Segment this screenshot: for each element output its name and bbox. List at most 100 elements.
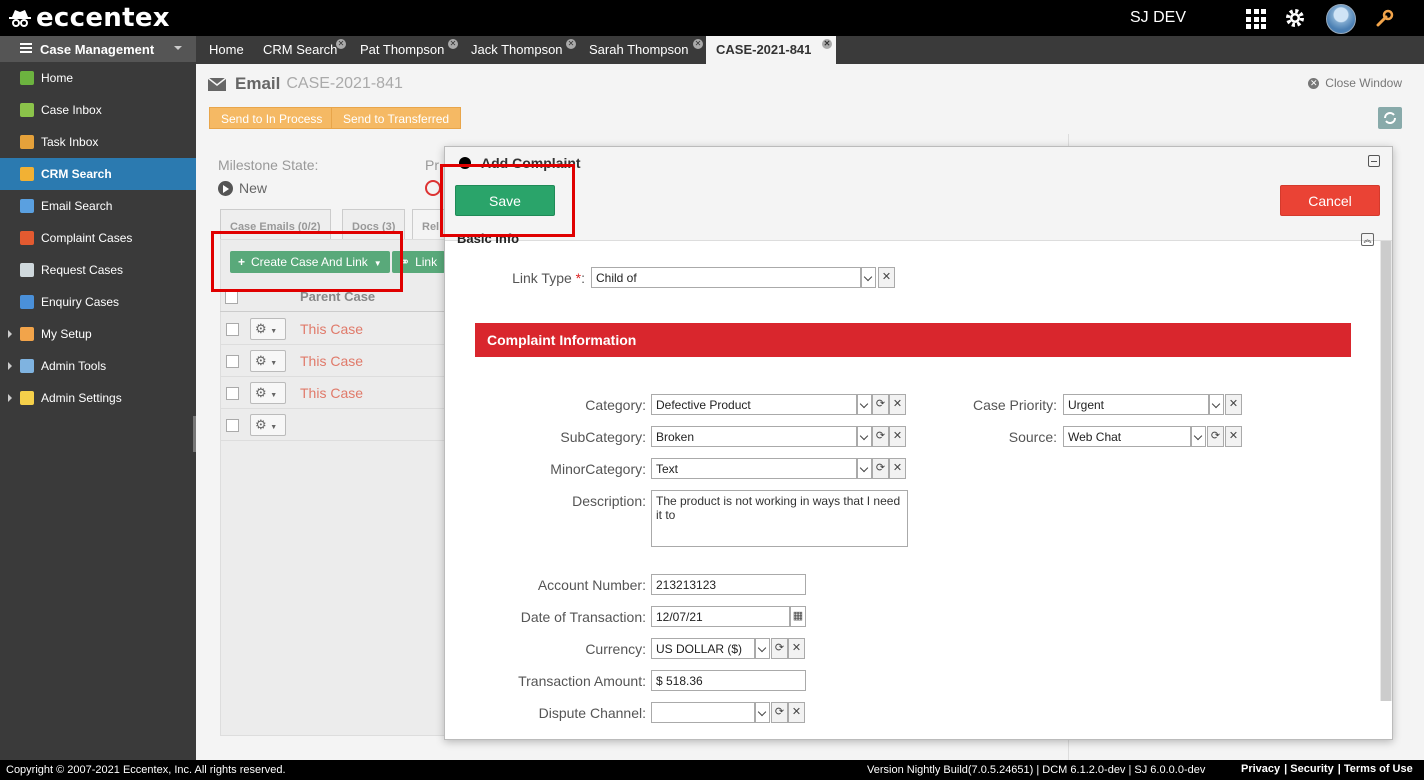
- row-actions-button[interactable]: ⚙ ▼: [250, 382, 286, 404]
- wrench-icon[interactable]: [1376, 9, 1394, 27]
- refresh-icon[interactable]: ⟳: [771, 702, 788, 723]
- avatar[interactable]: [1326, 4, 1356, 34]
- calendar-icon[interactable]: ▦: [790, 606, 806, 627]
- modal-scrollbar[interactable]: [1380, 241, 1392, 701]
- refresh-icon[interactable]: ⟳: [872, 426, 889, 447]
- clear-icon[interactable]: ✕: [889, 426, 906, 447]
- subcategory-select[interactable]: Broken: [651, 426, 857, 447]
- clear-icon[interactable]: ✕: [889, 458, 906, 479]
- parent-case-link[interactable]: This Case: [300, 321, 363, 337]
- refresh-icon[interactable]: ⟳: [1207, 426, 1224, 447]
- sidebar-item-email-search[interactable]: Email Search: [0, 190, 196, 222]
- collapse-icon[interactable]: ︽: [1361, 233, 1374, 246]
- clear-icon[interactable]: ✕: [1225, 394, 1242, 415]
- row-checkbox[interactable]: [226, 323, 239, 336]
- send-to-in-process-button[interactable]: Send to In Process: [209, 107, 335, 129]
- tab-jack-thompson[interactable]: Jack Thompson ✕: [471, 36, 576, 64]
- chevron-down-icon[interactable]: [861, 267, 876, 288]
- copyright-text: Copyright © 2007-2021 Eccentex, Inc. All…: [6, 764, 286, 776]
- row-checkbox[interactable]: [226, 355, 239, 368]
- close-window-button[interactable]: ✕ Close Window: [1308, 76, 1402, 90]
- table-row: ⚙ ▼ This Case: [220, 345, 446, 377]
- clear-icon[interactable]: ✕: [788, 702, 805, 723]
- security-link[interactable]: Security: [1290, 763, 1333, 775]
- sidebar-item-home[interactable]: Home: [0, 62, 196, 94]
- send-to-transferred-button[interactable]: Send to Transferred: [331, 107, 462, 129]
- row-checkbox[interactable]: [226, 387, 239, 400]
- tab-crm-search[interactable]: CRM Search ✕: [263, 36, 346, 64]
- tab-home[interactable]: Home: [209, 36, 244, 64]
- sidebar-item-my-setup[interactable]: My Setup: [0, 318, 196, 350]
- tab-sarah-thompson[interactable]: Sarah Thompson ✕: [589, 36, 703, 64]
- tab-bar: Home CRM Search ✕ Pat Thompson ✕ Jack Thom…: [196, 36, 1424, 64]
- tab-case-2021-841[interactable]: CASE-2021-841 ✕: [706, 36, 836, 64]
- sidebar-item-task-inbox[interactable]: Task Inbox: [0, 126, 196, 158]
- sidebar-item-request-cases[interactable]: Request Cases: [0, 254, 196, 286]
- app-logo[interactable]: eccentex: [8, 3, 170, 33]
- select-all-checkbox[interactable]: [225, 291, 238, 304]
- clear-icon[interactable]: ✕: [788, 638, 805, 659]
- minorcategory-select[interactable]: Text: [651, 458, 857, 479]
- sidebar-item-enquiry-cases[interactable]: Enquiry Cases: [0, 286, 196, 318]
- privacy-link[interactable]: Privacy: [1241, 763, 1280, 775]
- chevron-down-icon[interactable]: [755, 638, 770, 659]
- refresh-icon[interactable]: ⟳: [872, 458, 889, 479]
- currency-select[interactable]: US DOLLAR ($): [651, 638, 755, 659]
- case-priority-select[interactable]: Urgent: [1063, 394, 1209, 415]
- date-of-transaction-label: Date of Transaction:: [520, 609, 646, 625]
- page-title-text: Email: [235, 74, 281, 93]
- sidebar-item-case-inbox[interactable]: Case Inbox: [0, 94, 196, 126]
- sidebar-item-crm-search[interactable]: CRM Search: [0, 158, 196, 190]
- refresh-button[interactable]: [1378, 107, 1402, 129]
- sidebar-item-label: Home: [41, 71, 74, 85]
- account-number-input[interactable]: 213213123: [651, 574, 806, 595]
- category-select[interactable]: Defective Product: [651, 394, 857, 415]
- sidebar: Case Management Home Case Inbox Task Inbox…: [0, 36, 201, 760]
- close-tab-icon[interactable]: ✕: [336, 39, 346, 49]
- chevron-down-icon[interactable]: [1191, 426, 1206, 447]
- close-tab-icon[interactable]: ✕: [566, 39, 576, 49]
- sidebar-item-label: Enquiry Cases: [41, 295, 120, 309]
- terms-link[interactable]: Terms of Use: [1344, 763, 1413, 775]
- date-of-transaction-input[interactable]: 12/07/21: [651, 606, 790, 627]
- app-grid-icon[interactable]: [1246, 9, 1266, 29]
- refresh-icon[interactable]: ⟳: [771, 638, 788, 659]
- close-tab-icon[interactable]: ✕: [822, 39, 832, 49]
- sidebar-item-label: Admin Tools: [41, 359, 107, 373]
- chevron-down-icon[interactable]: [857, 426, 872, 447]
- link-type-label-text: Link Type: [512, 270, 572, 286]
- source-select[interactable]: Web Chat: [1063, 426, 1191, 447]
- sidebar-item-complaint-cases[interactable]: Complaint Cases: [0, 222, 196, 254]
- scrollbar-thumb[interactable]: [1381, 241, 1391, 701]
- clear-icon[interactable]: ✕: [889, 394, 906, 415]
- caret-right-icon: [8, 362, 16, 370]
- link-type-select[interactable]: Child of: [591, 267, 861, 288]
- clear-icon[interactable]: ✕: [1225, 426, 1242, 447]
- cancel-button[interactable]: Cancel: [1280, 185, 1380, 216]
- sidebar-header[interactable]: Case Management: [0, 36, 196, 62]
- sidebar-item-label: Request Cases: [41, 263, 124, 277]
- sidebar-item-admin-tools[interactable]: Admin Tools: [0, 350, 196, 382]
- parent-case-link[interactable]: This Case: [300, 385, 363, 401]
- refresh-icon[interactable]: ⟳: [872, 394, 889, 415]
- dispute-channel-select[interactable]: [651, 702, 755, 723]
- tab-pat-thompson[interactable]: Pat Thompson ✕: [360, 36, 458, 64]
- row-actions-button[interactable]: ⚙ ▼: [250, 350, 286, 372]
- minimize-icon[interactable]: [1368, 155, 1380, 167]
- row-actions-button[interactable]: ⚙ ▼: [250, 414, 286, 436]
- clear-icon[interactable]: ✕: [878, 267, 895, 288]
- close-tab-icon[interactable]: ✕: [693, 39, 703, 49]
- sidebar-item-admin-settings[interactable]: Admin Settings: [0, 382, 196, 414]
- gear-icon[interactable]: [1284, 7, 1306, 29]
- version-text: Version Nightly Build(7.0.5.24651) | DCM…: [867, 764, 1206, 776]
- row-checkbox[interactable]: [226, 419, 239, 432]
- transaction-amount-input[interactable]: $ 518.36: [651, 670, 806, 691]
- row-actions-button[interactable]: ⚙ ▼: [250, 318, 286, 340]
- chevron-down-icon[interactable]: [857, 458, 872, 479]
- close-tab-icon[interactable]: ✕: [448, 39, 458, 49]
- chevron-down-icon[interactable]: [755, 702, 770, 723]
- parent-case-link[interactable]: This Case: [300, 353, 363, 369]
- chevron-down-icon[interactable]: [1209, 394, 1224, 415]
- description-textarea[interactable]: The product is not working in ways that …: [651, 490, 908, 547]
- chevron-down-icon[interactable]: [857, 394, 872, 415]
